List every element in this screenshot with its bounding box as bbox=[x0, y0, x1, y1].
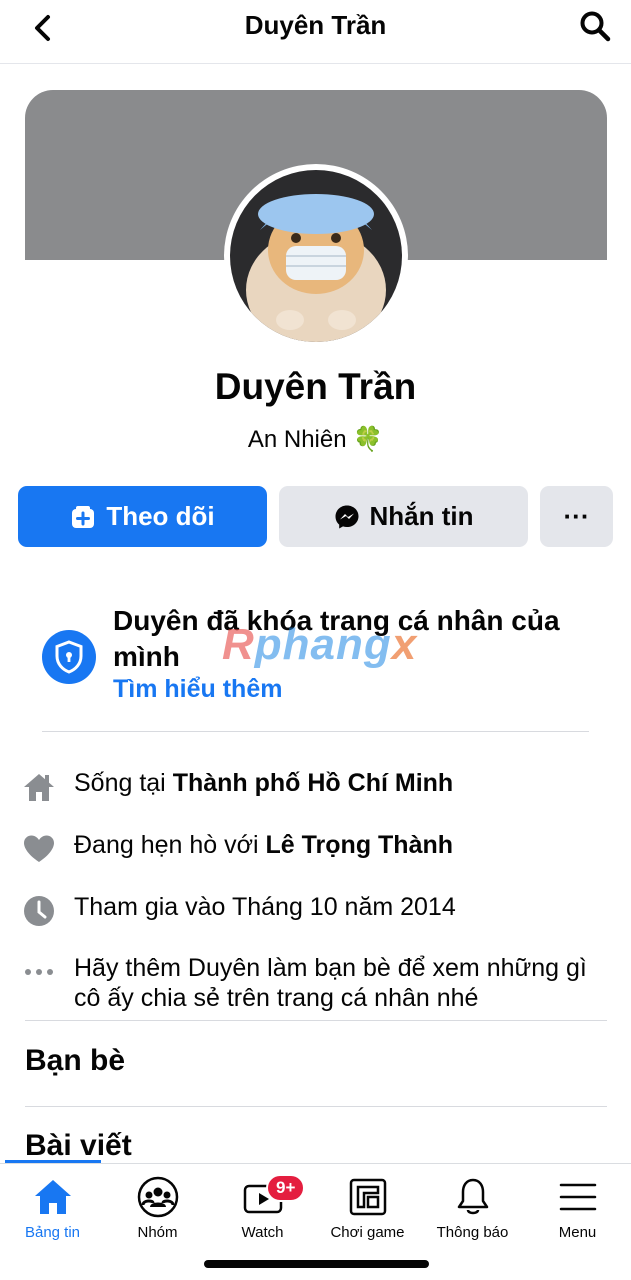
tab-watch[interactable]: 9+ Watch bbox=[210, 1172, 315, 1241]
shield-icon bbox=[42, 630, 96, 684]
more-icon: ··· bbox=[563, 501, 590, 531]
bell-icon bbox=[457, 1178, 488, 1215]
home-icon bbox=[34, 1180, 71, 1214]
follow-button[interactable]: Theo dõi bbox=[18, 486, 267, 547]
follow-label: Theo dõi bbox=[106, 501, 215, 531]
page-title: Duyên Trần bbox=[244, 10, 387, 40]
info-joined: Tham gia vào Tháng 10 năm 2014 bbox=[22, 892, 612, 928]
friends-section-title[interactable]: Bạn bè bbox=[25, 1044, 125, 1078]
home-indicator bbox=[204, 1260, 429, 1268]
more-dots-icon bbox=[22, 955, 56, 989]
posts-section-title[interactable]: Bài viết bbox=[25, 1129, 132, 1163]
divider bbox=[25, 1020, 607, 1021]
locked-profile-title: Duyên đã khóa trang cá nhân của mình bbox=[113, 605, 560, 672]
info-lives-in: Sống tại Thành phố Hồ Chí Minh bbox=[22, 768, 612, 804]
more-button[interactable]: ··· bbox=[540, 486, 613, 547]
tab-news-feed[interactable]: Bảng tin bbox=[0, 1172, 105, 1241]
divider bbox=[25, 1106, 607, 1107]
avatar[interactable] bbox=[224, 164, 408, 348]
learn-more-link[interactable]: Tìm hiểu thêm bbox=[113, 675, 282, 704]
gaming-icon bbox=[349, 1178, 386, 1216]
info-relationship: Đang hẹn hò với Lê Trọng Thành bbox=[22, 830, 612, 866]
profile-bio: An Nhiên 🍀 bbox=[0, 425, 631, 454]
message-button[interactable]: Nhắn tin bbox=[279, 486, 528, 547]
city-link[interactable]: Thành phố Hồ Chí Minh bbox=[173, 769, 454, 797]
info-add-friend-hint: Hãy thêm Duyên làm bạn bè để xem những g… bbox=[22, 953, 612, 1013]
clover-icon: 🍀 bbox=[353, 426, 384, 453]
messenger-icon bbox=[334, 504, 360, 530]
heart-icon bbox=[22, 832, 56, 866]
tab-menu[interactable]: Menu bbox=[525, 1172, 630, 1241]
divider bbox=[42, 731, 589, 732]
profile-name: Duyên Trần bbox=[214, 366, 417, 407]
menu-icon bbox=[559, 1183, 596, 1211]
watch-badge: 9+ bbox=[266, 1174, 306, 1202]
follow-icon bbox=[70, 504, 96, 530]
partner-link[interactable]: Lê Trọng Thành bbox=[266, 831, 454, 859]
clock-icon bbox=[22, 894, 56, 928]
search-icon bbox=[580, 11, 611, 42]
message-label: Nhắn tin bbox=[369, 501, 474, 531]
search-button[interactable] bbox=[575, 6, 615, 46]
tab-groups[interactable]: Nhóm bbox=[105, 1172, 210, 1241]
tab-notifications[interactable]: Thông báo bbox=[420, 1172, 525, 1241]
top-bar: Duyên Trần bbox=[0, 0, 631, 64]
house-icon bbox=[22, 770, 56, 804]
bio-text: An Nhiên bbox=[247, 426, 347, 453]
groups-icon bbox=[137, 1176, 178, 1218]
tab-gaming[interactable]: Chơi game bbox=[315, 1172, 420, 1241]
avatar-image bbox=[230, 170, 402, 342]
